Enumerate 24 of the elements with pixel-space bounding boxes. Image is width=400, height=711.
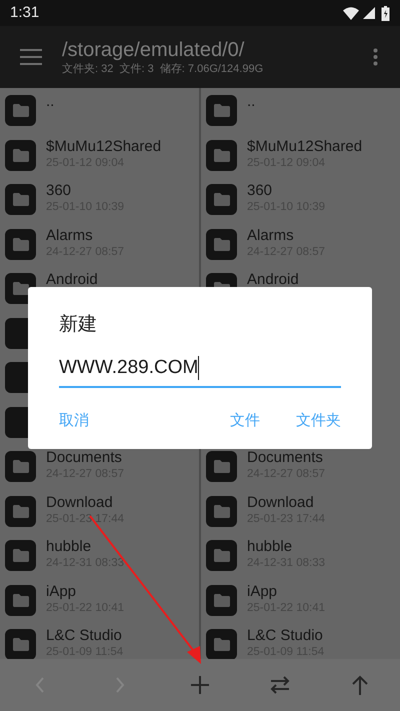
folder-name: 360 [247, 183, 274, 198]
storage-summary: 文件夹: 32 文件: 3 储存: 7.06G/124.99G [62, 64, 264, 74]
folder-name: .. [46, 94, 54, 109]
folder-name: iApp [247, 584, 278, 598]
folder-name: Alarms [46, 228, 94, 242]
dialog-title: 新建 [59, 313, 97, 337]
status-time: 1:31 [10, 2, 40, 23]
folder-name: iApp [46, 584, 78, 598]
folder-name: hubble [46, 539, 92, 554]
folder-name: Download [46, 494, 114, 510]
folder-name: Android [46, 272, 98, 287]
folder-name: Documents [247, 450, 324, 465]
folder-name: Download [247, 494, 315, 510]
folder-name: Documents [46, 450, 123, 465]
folder-name: 360 [46, 183, 72, 198]
folder-name: Android [247, 272, 299, 287]
folder-name: hubble [247, 539, 294, 554]
folder-name: .. [247, 94, 256, 109]
folder-name: L&C Studio [247, 628, 324, 643]
folder-name: L&C Studio [46, 628, 123, 643]
folder-name: $MuMu12Shared [247, 138, 362, 154]
folder-name: Alarms [247, 228, 295, 242]
folder-name: $MuMu12Shared [46, 138, 162, 154]
path-title: /storage/emulated/0/ [62, 40, 246, 60]
